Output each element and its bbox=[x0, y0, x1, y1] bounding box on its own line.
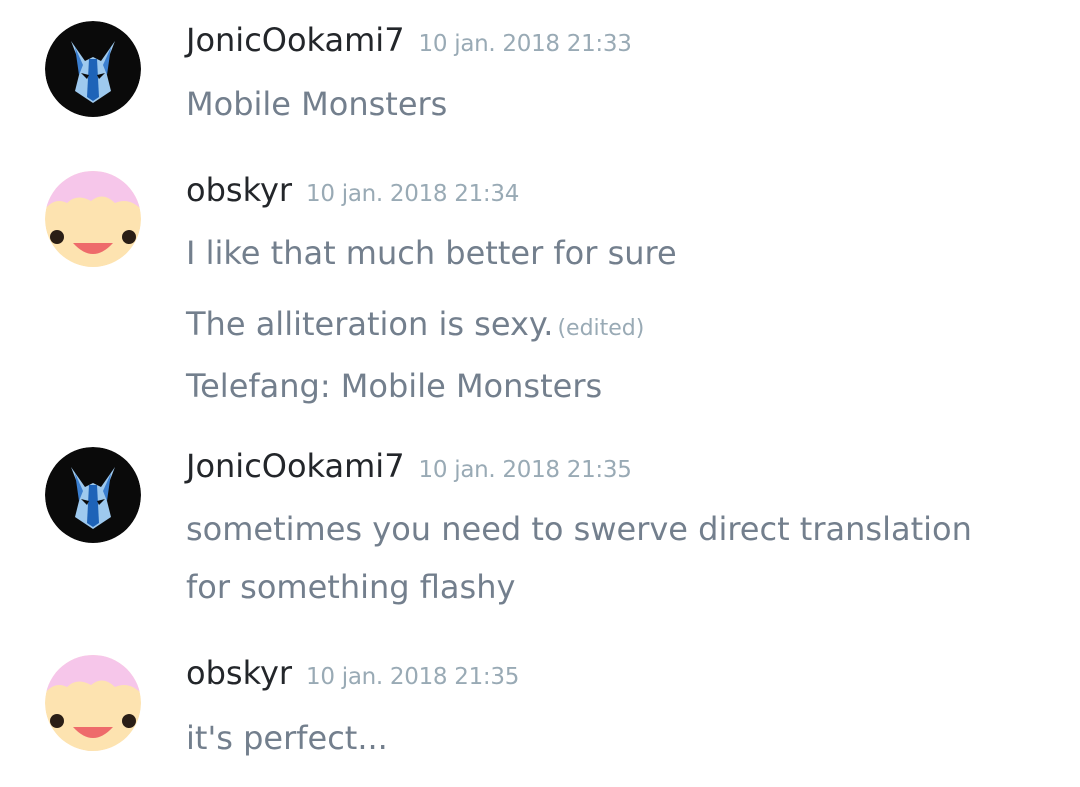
message-author[interactable]: obskyr 10 jan. 2018 21:35 bbox=[186, 653, 519, 697]
message-text: it's perfect... bbox=[186, 719, 388, 757]
edited-label: (edited) bbox=[557, 316, 645, 341]
message-text: Mobile Monsters bbox=[186, 85, 448, 123]
wolf-mask-icon bbox=[45, 447, 141, 543]
message-line: The alliteration is sexy. bbox=[186, 305, 554, 343]
author-name[interactable]: obskyr bbox=[186, 654, 292, 692]
avatar-jonicookami7[interactable] bbox=[45, 21, 141, 117]
message-text: sometimes you need to swerve direct tran… bbox=[186, 510, 972, 548]
message-timestamp: 10 jan. 2018 21:35 bbox=[418, 457, 632, 483]
author-name[interactable]: obskyr bbox=[186, 171, 292, 209]
message-text: Telefang: Mobile Monsters bbox=[186, 367, 603, 405]
author-name[interactable]: JonicOokami7 bbox=[186, 447, 405, 485]
avatar-jonicookami7[interactable] bbox=[45, 447, 141, 543]
message-text: The alliteration is sexy. (edited) bbox=[186, 304, 644, 349]
avatar-obskyr[interactable] bbox=[45, 655, 141, 751]
message-text: for something flashy bbox=[186, 568, 516, 606]
avatar-obskyr[interactable] bbox=[45, 171, 141, 267]
author-name[interactable]: JonicOokami7 bbox=[186, 21, 405, 59]
smiley-face-icon bbox=[45, 171, 141, 267]
wolf-mask-icon bbox=[45, 21, 141, 117]
message-timestamp: 10 jan. 2018 21:35 bbox=[306, 664, 520, 690]
message-author[interactable]: obskyr 10 jan. 2018 21:34 bbox=[186, 170, 519, 214]
message-timestamp: 10 jan. 2018 21:33 bbox=[418, 31, 632, 57]
smiley-face-icon bbox=[45, 655, 141, 751]
message-text: I like that much better for sure bbox=[186, 234, 677, 272]
message-author[interactable]: JonicOokami7 10 jan. 2018 21:35 bbox=[186, 446, 632, 490]
message-author[interactable]: JonicOokami7 10 jan. 2018 21:33 bbox=[186, 20, 632, 64]
message-timestamp: 10 jan. 2018 21:34 bbox=[306, 181, 520, 207]
